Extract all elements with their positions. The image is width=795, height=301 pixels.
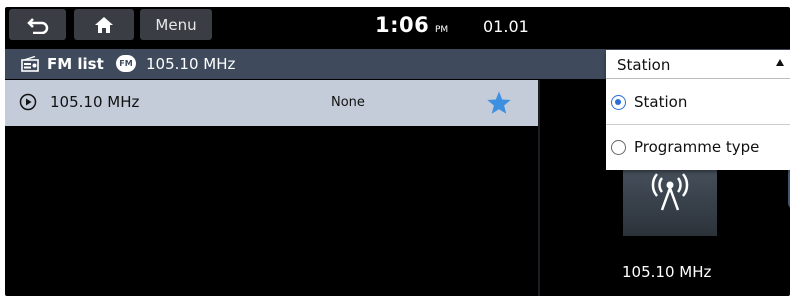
fm-badge: FM xyxy=(116,55,136,72)
date: 01.01 xyxy=(483,17,529,36)
header-frequency: 105.10 MHz xyxy=(146,55,236,73)
sort-dropdown-toggle[interactable]: Station xyxy=(606,50,790,79)
home-button[interactable] xyxy=(74,9,134,40)
list-title: FM list xyxy=(47,55,104,73)
sort-selected-label: Station xyxy=(617,56,671,74)
caret-up-icon xyxy=(776,59,784,66)
radio-unchecked-icon xyxy=(611,140,626,155)
radio-checked-icon xyxy=(611,95,626,110)
home-icon xyxy=(95,16,113,33)
menu-button[interactable]: Menu xyxy=(140,9,212,40)
station-frequency: 105.10 MHz xyxy=(50,93,140,111)
station-list-item[interactable]: 105.10 MHz None xyxy=(5,80,538,126)
clock-time: 1:06 xyxy=(375,13,430,37)
favorite-star-icon[interactable] xyxy=(486,90,512,116)
clock-ampm: PM xyxy=(435,25,449,35)
back-arrow-icon xyxy=(26,17,48,34)
radio-icon xyxy=(21,56,39,72)
sort-option-label: Station xyxy=(634,93,688,111)
programme-type: None xyxy=(331,95,365,110)
now-playing-frequency: 105.10 MHz xyxy=(622,263,712,281)
station-artwork xyxy=(623,168,717,236)
panel-divider xyxy=(538,80,540,296)
infotainment-screen: Menu 1:06 PM 01.01 FM list FM 105.10 MHz… xyxy=(5,7,790,296)
sort-option-programme-type[interactable]: Programme type xyxy=(606,126,790,170)
sort-dropdown: Station Station Programme type xyxy=(606,50,790,170)
play-icon xyxy=(19,93,37,111)
sort-option-station[interactable]: Station xyxy=(606,81,790,125)
back-button[interactable] xyxy=(9,9,66,40)
sort-option-label: Programme type xyxy=(634,138,760,156)
broadcast-antenna-icon xyxy=(651,173,689,211)
